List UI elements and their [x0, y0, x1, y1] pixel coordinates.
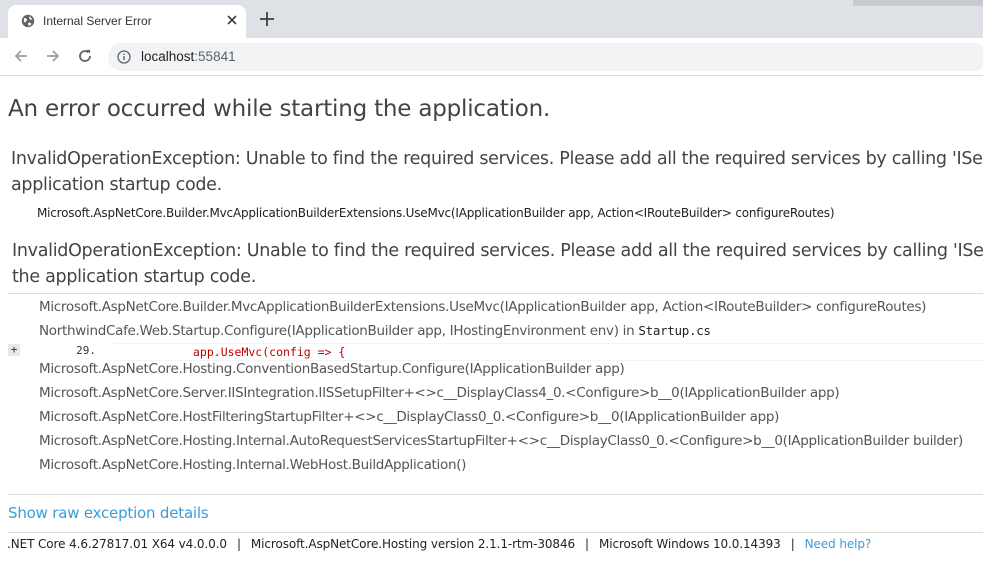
tabstrip-shadow — [853, 0, 983, 6]
stack-frame: Microsoft.AspNetCore.HostFilteringStartu… — [39, 409, 780, 425]
exception-1-line-2: application startup code. — [11, 175, 222, 195]
exception-2-line-2: the application startup code. — [12, 267, 256, 287]
tab-strip: Internal Server Error — [0, 0, 983, 38]
plus-icon[interactable] — [258, 10, 276, 28]
expand-source-toggle[interactable]: + — [8, 344, 20, 356]
close-icon[interactable] — [225, 13, 239, 27]
source-code-line: + 29. app.UseMvc(config => { — [8, 343, 983, 361]
page-title: An error occurred while starting the app… — [8, 96, 551, 122]
globe-icon — [21, 14, 35, 28]
source-file: Startup.cs — [638, 323, 711, 338]
exception-1-line-1: InvalidOperationException: Unable to fin… — [11, 149, 983, 169]
stack-frame-method: NorthwindCafe.Web.Startup.Configure(IApp… — [39, 323, 639, 339]
address-bar[interactable]: localhost:55841 — [108, 43, 983, 71]
os-info: Microsoft Windows 10.0.14393 — [598, 537, 781, 551]
footer-separator: | — [236, 537, 241, 551]
back-arrow-icon[interactable] — [12, 47, 30, 65]
show-raw-exception-link[interactable]: Show raw exception details — [8, 504, 209, 522]
browser-toolbar: localhost:55841 — [0, 38, 983, 76]
url-host: localhost — [141, 49, 195, 64]
stack-trace: Microsoft.AspNetCore.Builder.MvcApplicat… — [8, 293, 983, 495]
tab-title: Internal Server Error — [43, 14, 152, 28]
browser-tab[interactable]: Internal Server Error — [8, 5, 246, 38]
stack-frame: Microsoft.AspNetCore.Hosting.Internal.We… — [39, 457, 467, 473]
page-content: An error occurred while starting the app… — [0, 76, 983, 572]
code-text: app.UseMvc(config => { — [193, 345, 346, 359]
footer: .NET Core 4.6.27817.01 X64 v4.0.0.0 | Micr… — [7, 537, 871, 551]
forward-arrow-icon[interactable] — [44, 47, 62, 65]
runtime-info: .NET Core 4.6.27817.01 X64 v4.0.0.0 — [7, 537, 227, 551]
stack-frame[interactable]: NorthwindCafe.Web.Startup.Configure(IApp… — [39, 323, 711, 339]
stack-frame: Microsoft.AspNetCore.Builder.MvcApplicat… — [39, 299, 927, 315]
footer-divider — [8, 532, 983, 533]
footer-separator: | — [790, 537, 795, 551]
exception-message-1: InvalidOperationException: Unable to fin… — [11, 146, 983, 198]
line-number: 29. — [76, 344, 96, 357]
url-port: :55841 — [194, 49, 236, 64]
stack-frame: Microsoft.AspNetCore.Server.IISIntegrati… — [39, 385, 840, 401]
url-text: localhost:55841 — [141, 49, 236, 64]
exception-message-2: InvalidOperationException: Unable to fin… — [12, 238, 983, 290]
hosting-version: Microsoft.AspNetCore.Hosting version 2.1… — [250, 537, 576, 551]
info-icon[interactable] — [117, 50, 131, 64]
stack-frame: Microsoft.AspNetCore.Hosting.ConventionB… — [39, 361, 625, 377]
code-highlight: app.UseMvc(config => { — [114, 343, 983, 361]
exception-1-frame: Microsoft.AspNetCore.Builder.MvcApplicat… — [37, 206, 835, 220]
stack-frame: Microsoft.AspNetCore.Hosting.Internal.Au… — [39, 433, 963, 449]
footer-separator: | — [585, 537, 589, 551]
need-help-link[interactable]: Need help? — [805, 537, 872, 551]
reload-icon[interactable] — [76, 47, 94, 65]
exception-2-line-1: InvalidOperationException: Unable to fin… — [12, 241, 983, 261]
